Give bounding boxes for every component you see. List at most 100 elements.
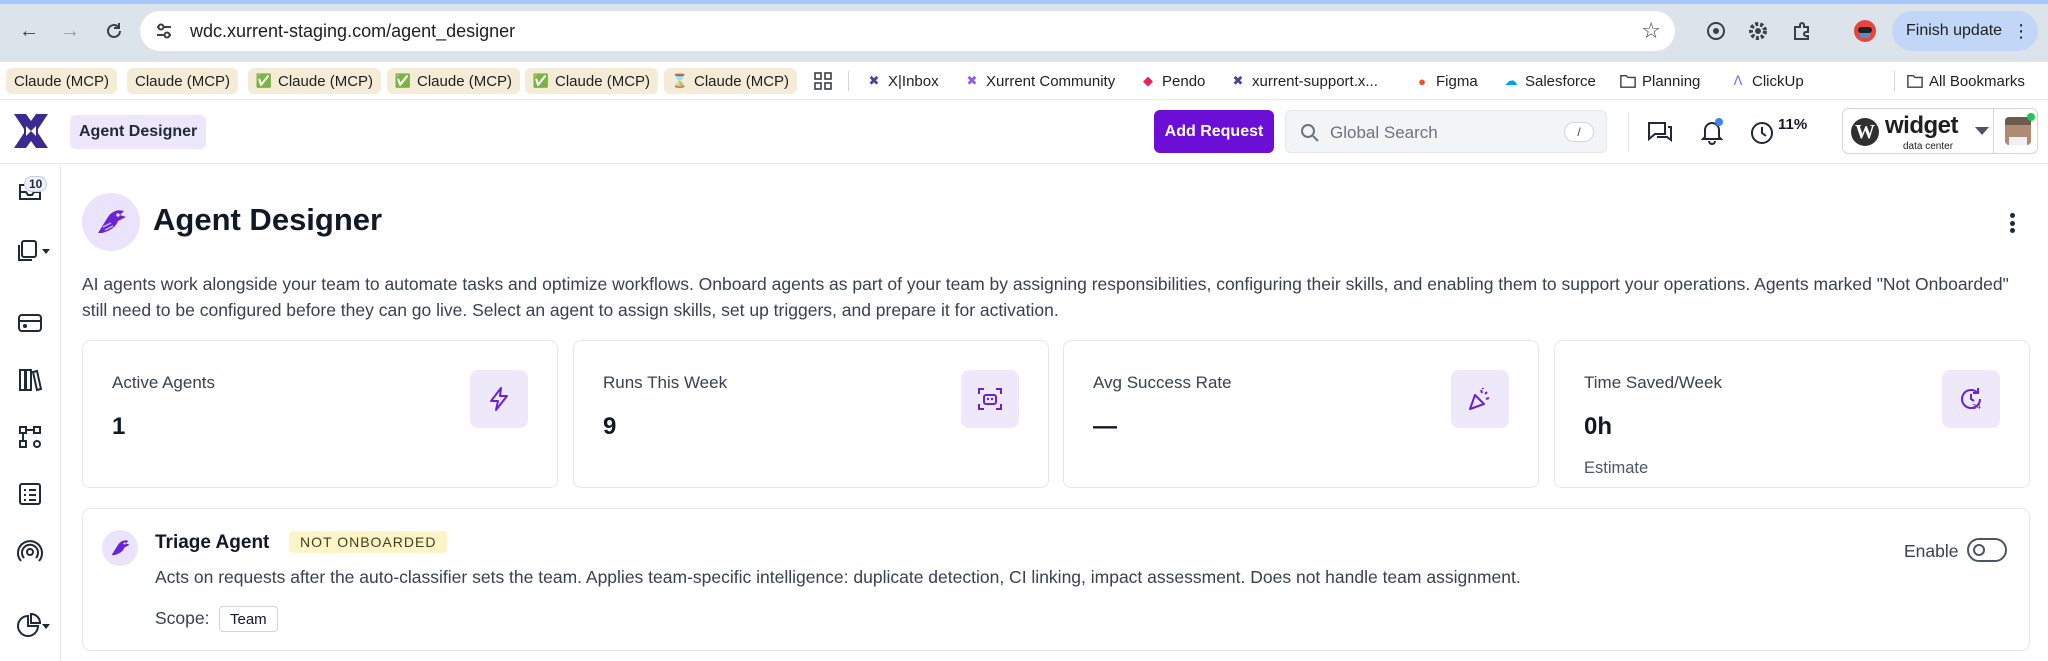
gear-icon[interactable]	[1745, 18, 1771, 44]
check-icon: ✅	[532, 73, 550, 88]
finish-update-button[interactable]: Finish update ⋮	[1892, 11, 2038, 51]
workflow-icon[interactable]	[16, 423, 44, 451]
bookmark-claude-4[interactable]: ✅ Claude (MCP)	[387, 68, 521, 94]
tab-strip	[0, 0, 2048, 4]
stat-value: 0h	[1584, 413, 1613, 440]
stat-value: 9	[603, 413, 617, 440]
check-icon: ✅	[394, 73, 412, 88]
agent-card-triage[interactable]: Triage Agent NOT ONBOARDED Acts on reque…	[82, 508, 2030, 651]
scope-label: Scope:	[155, 608, 210, 628]
bookmarks-bar: Claude (MCP) Claude (MCP) ✅ Claude (MCP) …	[0, 62, 2048, 100]
figma-icon: ●	[1418, 73, 1426, 89]
agent-name[interactable]: Triage Agent	[155, 532, 269, 554]
account-sub: data center	[1903, 141, 1954, 152]
bookmark-planning[interactable]: Planning	[1612, 68, 1708, 94]
folder-icon	[1620, 73, 1636, 89]
party-popper-icon	[1451, 370, 1509, 428]
xurrent-logo-icon[interactable]	[12, 112, 50, 150]
scope-chip: Team	[219, 606, 278, 632]
page-title: Agent Designer	[153, 202, 383, 237]
avatar[interactable]	[1993, 109, 2039, 153]
bookmark-salesforce[interactable]: ☁ Salesforce	[1495, 68, 1604, 94]
extensions-puzzle-icon[interactable]	[1789, 18, 1815, 44]
broadcast-icon[interactable]	[16, 538, 44, 566]
forward-icon[interactable]: →	[55, 16, 85, 46]
list-icon[interactable]	[16, 480, 44, 508]
all-bookmarks[interactable]: All Bookmarks	[1899, 68, 2033, 94]
toggle-knob	[1973, 544, 1985, 556]
clickup-icon: ᐱ	[1733, 73, 1743, 88]
library-icon[interactable]	[16, 366, 44, 394]
service-desk-icon[interactable]	[16, 309, 44, 337]
xurrent-logo-icon: ✖	[966, 73, 978, 88]
progress-percent: 11%	[1778, 116, 1808, 133]
bookmark-star-icon[interactable]: ☆	[1641, 18, 1661, 44]
bell-icon[interactable]	[1698, 118, 1726, 146]
back-icon[interactable]: ←	[14, 16, 44, 46]
bookmark-claude-1[interactable]: Claude (MCP)	[6, 68, 118, 94]
bookmark-xurrent-support[interactable]: ✖ xurrent-support.x...	[1222, 68, 1386, 94]
status-badge: NOT ONBOARDED	[289, 531, 448, 553]
stat-label: Time Saved/Week	[1584, 373, 1722, 392]
url-text[interactable]: wdc.xurrent-staging.com/agent_designer	[190, 21, 515, 42]
main-content: Agent Designer AI agents work alongside …	[62, 165, 2048, 661]
extension-icon[interactable]	[1703, 18, 1729, 44]
xurrent-logo-icon: ✖	[1232, 73, 1244, 88]
bookmark-figma[interactable]: ● Figma	[1406, 68, 1486, 94]
reload-icon[interactable]	[99, 16, 129, 46]
agent-bird-icon	[102, 530, 138, 566]
more-options-icon[interactable]	[2002, 211, 2022, 235]
chat-icon[interactable]	[1646, 118, 1674, 146]
pendo-icon: ◆	[1143, 73, 1153, 88]
bookmark-pendo[interactable]: ◆ Pendo	[1132, 68, 1213, 94]
chevron-down-icon[interactable]	[42, 249, 50, 254]
apps-grid-icon[interactable]	[806, 68, 840, 94]
user-photo	[2005, 117, 2031, 145]
stat-note: Estimate	[1584, 459, 1649, 477]
clock-24-icon: 24	[1942, 370, 2000, 428]
bookmark-claude-6[interactable]: ⌛ Claude (MCP)	[664, 68, 798, 94]
bookmarks-divider	[848, 71, 849, 91]
stat-card-avg-success-rate: Avg Success Rate —	[1063, 340, 1539, 488]
documents-icon[interactable]	[14, 237, 42, 265]
more-vert-icon: ⋮	[2012, 20, 2031, 41]
bookmark-clickup[interactable]: ᐱ ClickUp	[1722, 68, 1812, 94]
browser-toolbar: ← → wdc.xurrent-staging.com/agent_design…	[0, 0, 2048, 62]
agent-bird-icon	[82, 193, 140, 251]
stat-value: 1	[112, 413, 126, 440]
account-switcher[interactable]: W widget data center	[1842, 108, 2038, 154]
bookmark-claude-3[interactable]: ✅ Claude (MCP)	[248, 68, 382, 94]
salesforce-cloud-icon: ☁	[1504, 73, 1518, 88]
lightning-icon	[470, 370, 528, 428]
bookmark-xurrent-community[interactable]: ✖ Xurrent Community	[956, 68, 1123, 94]
svg-text:24: 24	[1972, 403, 1981, 411]
wordpress-logo-icon: W	[1851, 118, 1879, 146]
global-search-input[interactable]: Global Search /	[1285, 110, 1607, 153]
agent-description: Acts on requests after the auto-classifi…	[155, 567, 1521, 587]
enable-toggle[interactable]	[1967, 538, 2007, 562]
app-header: Agent Designer Add Request Global Search…	[0, 100, 2048, 164]
address-bar[interactable]: wdc.xurrent-staging.com/agent_designer ☆	[140, 11, 1675, 51]
finish-update-label: Finish update	[1906, 22, 2003, 39]
online-status-dot	[2027, 113, 2035, 121]
stat-label: Avg Success Rate	[1093, 373, 1232, 392]
header-divider	[1628, 112, 1629, 152]
site-settings-icon[interactable]	[154, 21, 174, 41]
stat-card-runs-this-week: Runs This Week 9	[573, 340, 1049, 488]
hourglass-icon: ⌛	[671, 73, 689, 88]
folder-icon	[1907, 73, 1923, 89]
chevron-down-icon	[1975, 127, 1989, 135]
bookmark-claude-5[interactable]: ✅ Claude (MCP)	[525, 68, 659, 94]
chevron-down-icon[interactable]	[42, 624, 50, 629]
analytics-pie-icon[interactable]	[14, 612, 42, 640]
search-icon	[1301, 124, 1319, 142]
account-brand: widget	[1885, 112, 1959, 139]
breadcrumb[interactable]: Agent Designer	[70, 115, 207, 149]
add-request-button[interactable]: Add Request	[1154, 110, 1274, 153]
bookmarks-divider	[1894, 71, 1895, 91]
bookmark-xinbox[interactable]: ✖ X|Inbox	[858, 68, 947, 94]
profile-avatar-icon[interactable]	[1852, 18, 1878, 44]
timer-icon[interactable]	[1748, 118, 1776, 146]
page-description: AI agents work alongside your team to au…	[82, 274, 2009, 320]
bookmark-claude-2[interactable]: Claude (MCP)	[127, 68, 239, 94]
